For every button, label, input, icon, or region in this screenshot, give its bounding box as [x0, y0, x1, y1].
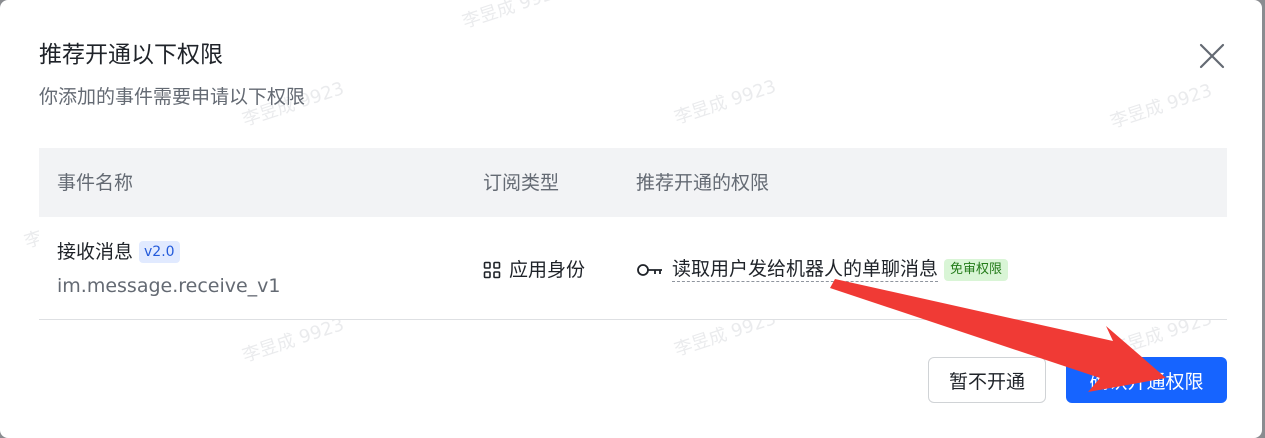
permission-link[interactable]: 读取用户发给机器人的单聊消息 — [672, 257, 939, 282]
dialog-subtitle: 你添加的事件需要申请以下权限 — [39, 86, 306, 108]
confirm-permission-button[interactable]: 确认开通权限 — [1066, 357, 1227, 403]
close-icon — [1199, 43, 1225, 69]
watermark: 李昱成 9923 — [459, 0, 567, 33]
permission-cell: 读取用户发给机器人的单聊消息 免审权限 — [636, 257, 1009, 282]
review-free-badge: 免审权限 — [944, 258, 1009, 281]
close-button[interactable] — [1198, 42, 1226, 70]
watermark: 李昱成 9923 — [1107, 80, 1215, 133]
subscription-type: 应用身份 — [509, 259, 586, 281]
watermark: 李昱成 9923 — [671, 76, 779, 129]
table-row: 接收消息 v2.0 im.message.receive_v1 应用身份 读取用 — [39, 217, 1227, 320]
column-header-permission: 推荐开通的权限 — [636, 172, 770, 194]
grid-icon — [483, 261, 501, 279]
subscription-type-cell: 应用身份 — [483, 257, 585, 283]
column-header-event-name: 事件名称 — [57, 172, 134, 194]
event-name-cell: 接收消息 v2.0 — [57, 239, 180, 265]
event-key: im.message.receive_v1 — [57, 275, 281, 297]
column-header-subscription-type: 订阅类型 — [483, 172, 560, 194]
version-badge: v2.0 — [139, 241, 180, 263]
not-now-button[interactable]: 暂不开通 — [928, 357, 1046, 403]
key-icon — [637, 263, 662, 276]
event-name: 接收消息 — [57, 241, 134, 263]
table-header: 事件名称 订阅类型 推荐开通的权限 — [39, 148, 1227, 217]
permission-table: 事件名称 订阅类型 推荐开通的权限 接收消息 v2.0 im.message.r… — [39, 148, 1227, 320]
dialog-title: 推荐开通以下权限 — [39, 42, 223, 68]
permission-dialog: 李昱成 9923 李昱成 9923 李昱成 9923 李昱成 9923 李昱成 … — [0, 0, 1262, 438]
